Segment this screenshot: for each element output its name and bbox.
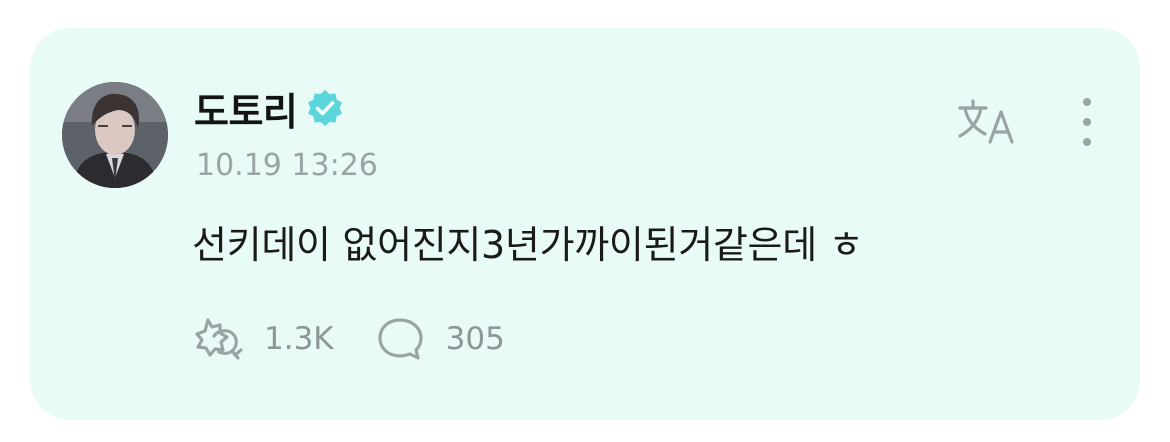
author-row: 도토리 — [194, 80, 345, 136]
post-card[interactable]: 도토리 10.19 13:26 선키데이 없어진지3년가까이된거같은데 ㅎ 1.… — [30, 28, 1140, 420]
more-vertical-icon[interactable] — [1070, 92, 1104, 152]
translate-icon[interactable] — [954, 94, 1018, 148]
comment-bubble-icon — [378, 318, 423, 360]
reaction-count: 1.3K — [264, 321, 334, 357]
post-text: 선키데이 없어진지3년가까이된거같은데 ㅎ — [192, 223, 864, 267]
action-bar: 1.3K 305 — [192, 314, 505, 364]
comment-button[interactable]: 305 — [374, 314, 505, 364]
reaction-button[interactable]: 1.3K — [192, 314, 334, 364]
comment-count: 305 — [445, 321, 505, 357]
author-name[interactable]: 도토리 — [194, 81, 298, 136]
verified-check-icon — [308, 90, 343, 126]
avatar[interactable] — [62, 82, 168, 188]
post-timestamp: 10.19 13:26 — [196, 148, 378, 183]
reaction-icon — [195, 318, 243, 360]
